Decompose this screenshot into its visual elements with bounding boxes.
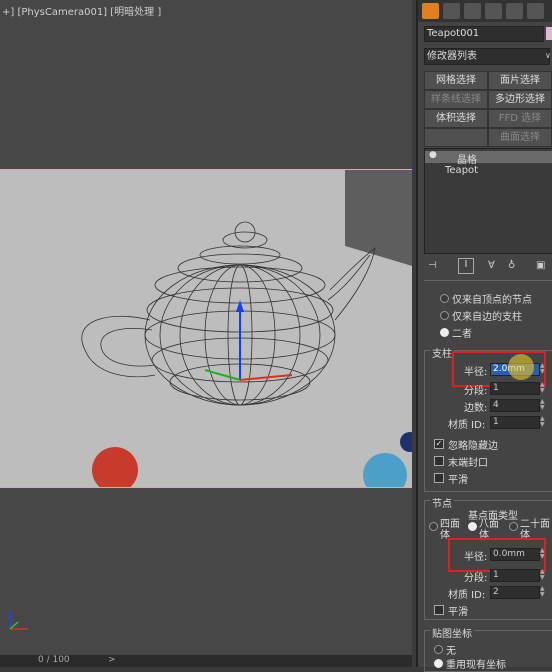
mapping-none-label: 无 [446,646,456,657]
make-unique-icon[interactable]: ∀ [488,260,495,271]
vol-select-button[interactable]: 体积选择 [424,109,488,128]
show-end-result-icon[interactable]: I [458,258,474,274]
option-struts-only: 仅来自边的支柱 [452,312,522,323]
empty-modifier-button[interactable] [424,128,488,147]
patch-select-button[interactable]: 面片选择 [488,71,552,90]
timeline[interactable]: 0 / 100 > [0,655,412,667]
strut-sides-spinner[interactable]: ▲ ▼ [540,399,547,411]
joint-smooth-label: 平滑 [448,607,468,618]
command-panel-tabs [418,0,552,22]
surface-select-button[interactable]: 曲面选择 [488,128,552,147]
strut-segments-spinner[interactable]: ▲ ▼ [540,382,547,394]
radio-mapping-none[interactable] [434,645,443,654]
option-both: 二者 [452,329,472,340]
utilities-tab-icon[interactable] [527,3,544,19]
display-tab-icon[interactable] [506,3,523,19]
hierarchy-tab-icon[interactable] [464,3,481,19]
radio-nodes-only[interactable] [440,294,449,303]
joint-smooth-checkbox[interactable] [434,605,444,615]
joint-matid-spinner[interactable]: ▲ ▼ [540,586,547,598]
cursor-highlight [508,354,534,380]
pin-stack-icon[interactable]: ⊣ [428,260,437,271]
object-name-field[interactable]: Teapot001 [424,26,544,42]
remove-modifier-icon[interactable]: ♁ [508,260,515,271]
strut-sides-input[interactable]: 4 [490,399,540,412]
scene [0,170,412,487]
viewport[interactable]: +] [PhysCamera001] [明暗处理 ] [0,0,412,655]
mesh-select-button[interactable]: 网格选择 [424,71,488,90]
joint-matid-label: 材质 ID: [448,590,486,601]
end-caps-checkbox[interactable] [434,456,444,466]
spline-select-button[interactable]: 样条线选择 [424,90,488,109]
stack-item-label: 晶格 [457,155,477,166]
radio-both[interactable] [440,328,449,337]
strut-matid-spinner[interactable]: ▲ ▼ [540,416,547,428]
radio-icosa[interactable] [509,522,518,531]
command-panel: Teapot001 修改器列表 ∨ 网格选择 面片选择 样条线选择 多边形选择 … [416,0,552,672]
radio-tetra[interactable] [429,522,438,531]
radio-octa[interactable] [468,522,477,531]
option-nodes-only: 仅来自顶点的节点 [452,295,532,306]
joint-segments-spinner[interactable]: ▲ ▼ [540,569,547,581]
divider [424,280,552,281]
object-color-swatch[interactable] [546,27,552,40]
highlight-box-joint-radius [448,538,546,572]
modify-tab-icon[interactable] [443,3,460,19]
strut-smooth-checkbox[interactable] [434,473,444,483]
stack-item-lattice[interactable]: ● 晶格 [425,150,552,166]
stack-item-base[interactable]: Teapot [445,165,478,176]
motion-tab-icon[interactable] [485,3,502,19]
modifier-list-dropdown[interactable]: 修改器列表 [424,48,550,65]
axis-tripod-icon [9,611,28,630]
modifier-list-label: 修改器列表 [427,51,477,62]
radio-struts-only[interactable] [440,311,449,320]
strut-segments-input[interactable]: 1 [490,382,540,395]
joints-title: 节点 [430,495,454,510]
ffd-select-button[interactable]: FFD 选择 [488,109,552,128]
ignore-hidden-label: 忽略隐藏边 [448,441,498,452]
strut-smooth-label: 平滑 [448,475,468,486]
safe-frame [0,169,412,488]
joint-matid-input[interactable]: 2 [490,586,540,599]
bulb-icon[interactable]: ● [429,150,437,160]
mapping-reuse-label: 重用现有坐标 [446,660,506,671]
stack-toolbar: ⊣ I ∀ ♁ ▣ [424,258,552,276]
struts-title: 支柱 [430,345,454,360]
strut-sides-label: 边数: [464,403,488,414]
timeline-next-arrow[interactable]: > [108,655,116,665]
joint-segments-input[interactable]: 1 [490,569,540,582]
modifier-stack: ● 晶格 Teapot [424,148,552,254]
joint-segments-label: 分段: [464,573,488,584]
chevron-down-icon[interactable]: ∨ [545,48,552,63]
strut-matid-input[interactable]: 1 [490,416,540,429]
timeline-label: 0 / 100 [38,655,70,665]
configure-sets-icon[interactable]: ▣ [536,260,545,271]
poly-select-button[interactable]: 多边形选择 [488,90,552,109]
strut-matid-label: 材质 ID: [448,420,486,431]
viewport-label[interactable]: +] [PhysCamera001] [明暗处理 ] [2,3,161,18]
strut-segments-label: 分段: [464,386,488,397]
mapping-title: 贴图坐标 [430,625,474,640]
end-caps-label: 末端封口 [448,458,488,469]
ignore-hidden-checkbox[interactable]: ✓ [434,439,444,449]
create-tab-icon[interactable] [422,3,439,19]
